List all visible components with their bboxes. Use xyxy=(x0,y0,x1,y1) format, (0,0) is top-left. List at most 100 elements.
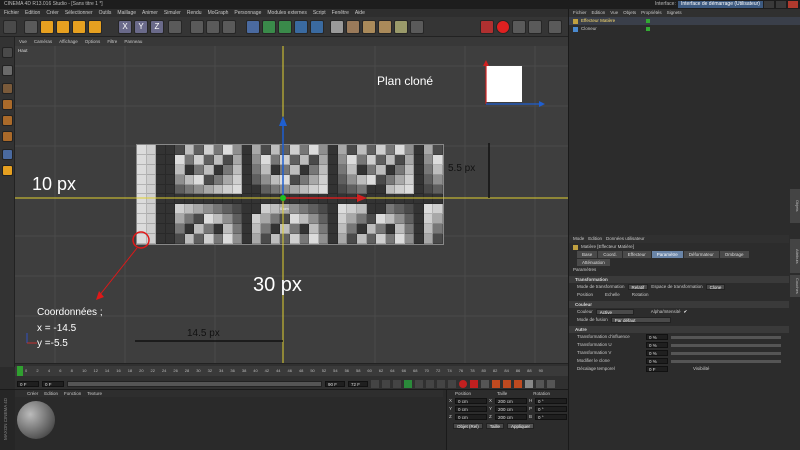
coord-value-field[interactable]: 200 cm xyxy=(495,398,527,404)
axis-mode-icon[interactable] xyxy=(2,149,13,160)
z-axis-icon[interactable]: Z xyxy=(150,20,164,34)
select-icon[interactable] xyxy=(24,20,38,34)
menu-mograph[interactable]: MoGraph xyxy=(208,9,229,17)
subdivision-icon[interactable] xyxy=(278,20,292,34)
om-menu-signets[interactable]: Signets xyxy=(667,9,682,17)
menu-fenetre[interactable]: Fenêtre xyxy=(332,9,349,17)
scale-icon[interactable] xyxy=(56,20,70,34)
pla-key-icon[interactable] xyxy=(536,379,544,388)
object-row-cloneur[interactable]: Cloneur xyxy=(569,25,800,33)
couleur-section[interactable]: Couleur xyxy=(569,301,789,308)
viewport[interactable]: Haut Plan cloné 10 px 5.5 px 30 px 14.5 … xyxy=(15,46,568,363)
menu-fichier[interactable]: Fichier xyxy=(4,9,19,17)
floor-icon[interactable] xyxy=(330,20,344,34)
autre-row-slider[interactable] xyxy=(671,351,781,355)
om-menu-fichier[interactable]: Fichier xyxy=(573,9,587,17)
coord-value-field[interactable]: 0 cm xyxy=(455,414,487,420)
goto-start-icon[interactable] xyxy=(371,379,379,388)
menu-animer[interactable]: Animer xyxy=(142,9,158,17)
snap-icon[interactable] xyxy=(2,165,13,176)
side-tab-attributs[interactable]: Attributs xyxy=(790,239,800,273)
coord-value-field[interactable]: 0 ° xyxy=(535,406,567,412)
fps-field[interactable]: 72 F xyxy=(348,380,368,387)
make-editable-icon[interactable] xyxy=(2,47,13,58)
menu-modules[interactable]: Modules externes xyxy=(267,9,306,17)
vp-menu-vue[interactable]: Vue xyxy=(19,37,27,46)
couleur-dropdown[interactable]: Active xyxy=(595,309,634,315)
x-axis-icon[interactable]: X xyxy=(118,20,132,34)
menu-edition[interactable]: Edition xyxy=(25,9,40,17)
menu-simuler[interactable]: Simuler xyxy=(164,9,181,17)
generator-icon[interactable] xyxy=(262,20,276,34)
tab-parametre[interactable]: Paramètre xyxy=(651,251,683,258)
tab-coord[interactable]: Coord. xyxy=(598,251,622,258)
record-key-icon[interactable] xyxy=(459,379,467,388)
move-icon[interactable] xyxy=(40,20,54,34)
goto-end-icon[interactable] xyxy=(437,379,445,388)
om-menu-edition[interactable]: Edition xyxy=(592,9,606,17)
tab-base[interactable]: Base xyxy=(577,251,598,258)
rotation-checkbox-label[interactable]: Rotation xyxy=(632,291,649,299)
tab-effecteur[interactable]: Effecteur xyxy=(622,251,651,258)
cloner-icon[interactable] xyxy=(294,20,308,34)
menu-creer[interactable]: Créer xyxy=(46,9,59,17)
autokey-icon[interactable] xyxy=(470,379,478,388)
next-key-icon[interactable] xyxy=(426,379,434,388)
rotate-icon[interactable] xyxy=(72,20,86,34)
om-menu-objets[interactable]: Objets xyxy=(623,9,636,17)
preview-range-slider[interactable] xyxy=(67,380,322,387)
deformer-icon[interactable] xyxy=(310,20,324,34)
coord-value-field[interactable]: 200 cm xyxy=(495,414,527,420)
autre-row-value[interactable]: 0 % xyxy=(646,334,668,340)
transform-space-dropdown[interactable]: Clone xyxy=(705,284,726,290)
side-tab-couches[interactable]: Couches xyxy=(790,275,800,297)
menu-personnage[interactable]: Personnage xyxy=(234,9,261,17)
play-icon[interactable] xyxy=(404,379,412,388)
apply-button[interactable]: Appliquer xyxy=(507,423,535,429)
mat-menu-edition[interactable]: Edition xyxy=(44,390,58,397)
am-menu-donnees[interactable]: Données utilisateur xyxy=(606,235,645,243)
cloner-enabled-icon[interactable] xyxy=(646,27,650,31)
effector-enabled-icon[interactable] xyxy=(646,19,650,23)
mat-menu-creer[interactable]: Créer xyxy=(27,390,38,397)
vp-menu-cameras[interactable]: Caméras xyxy=(34,37,52,46)
param-key-icon[interactable] xyxy=(525,379,533,388)
object-row-effecteur[interactable]: Effecteur Matière xyxy=(569,17,800,25)
menu-selectionner[interactable]: Sélectionner xyxy=(65,9,93,17)
om-menu-proprietes[interactable]: Propriétés xyxy=(641,9,662,17)
render-view-icon[interactable] xyxy=(190,20,204,34)
coord-value-field[interactable]: 0 cm xyxy=(455,398,487,404)
keyframe-selection-icon[interactable] xyxy=(481,379,489,388)
tag-icon[interactable] xyxy=(410,20,424,34)
vp-menu-options[interactable]: Options xyxy=(85,37,101,46)
menu-maillage[interactable]: Maillage xyxy=(117,9,136,17)
autre-row-slider[interactable] xyxy=(671,335,781,339)
scene-icon[interactable] xyxy=(346,20,360,34)
playhead[interactable] xyxy=(17,366,23,376)
polygons-mode-icon[interactable] xyxy=(2,131,13,142)
autre-row-value[interactable]: 0 % xyxy=(646,358,668,364)
am-menu-edition[interactable]: Edition xyxy=(588,235,602,243)
tab-deformateur[interactable]: Déformateur xyxy=(683,251,719,258)
coord-value-field[interactable]: 0 cm xyxy=(455,406,487,412)
autre-row-slider[interactable] xyxy=(671,343,781,347)
menu-aide[interactable]: Aide xyxy=(355,9,365,17)
coordinate-system-icon[interactable] xyxy=(168,20,182,34)
vp-menu-panneau[interactable]: Panneau xyxy=(124,37,142,46)
transform-mode-dropdown[interactable]: Relatif xyxy=(627,284,649,290)
timeline-ruler[interactable]: 0 2 4 6 8 10 12 14 16 18 20 22 24 26 28 30 32 34 36 38 40 42 4… xyxy=(15,366,568,376)
points-mode-icon[interactable] xyxy=(2,99,13,110)
autre-row-value[interactable]: 0 % xyxy=(646,342,668,348)
environment-icon[interactable] xyxy=(362,20,376,34)
camera-icon[interactable] xyxy=(378,20,392,34)
autre-row-slider[interactable] xyxy=(671,359,781,363)
coord-value-field[interactable]: 0 ° xyxy=(535,398,567,404)
current-frame-field[interactable]: 0 F xyxy=(17,380,39,387)
prev-frame-icon[interactable] xyxy=(393,379,401,388)
maximize-button[interactable] xyxy=(776,1,786,8)
end-frame-field[interactable]: 90 F xyxy=(325,380,345,387)
sculpt-icon[interactable] xyxy=(512,20,526,34)
material-thumbnail[interactable] xyxy=(17,401,55,439)
mat-menu-texture[interactable]: Texture xyxy=(87,390,102,397)
tab-ombrage[interactable]: Ombrage xyxy=(719,251,749,258)
